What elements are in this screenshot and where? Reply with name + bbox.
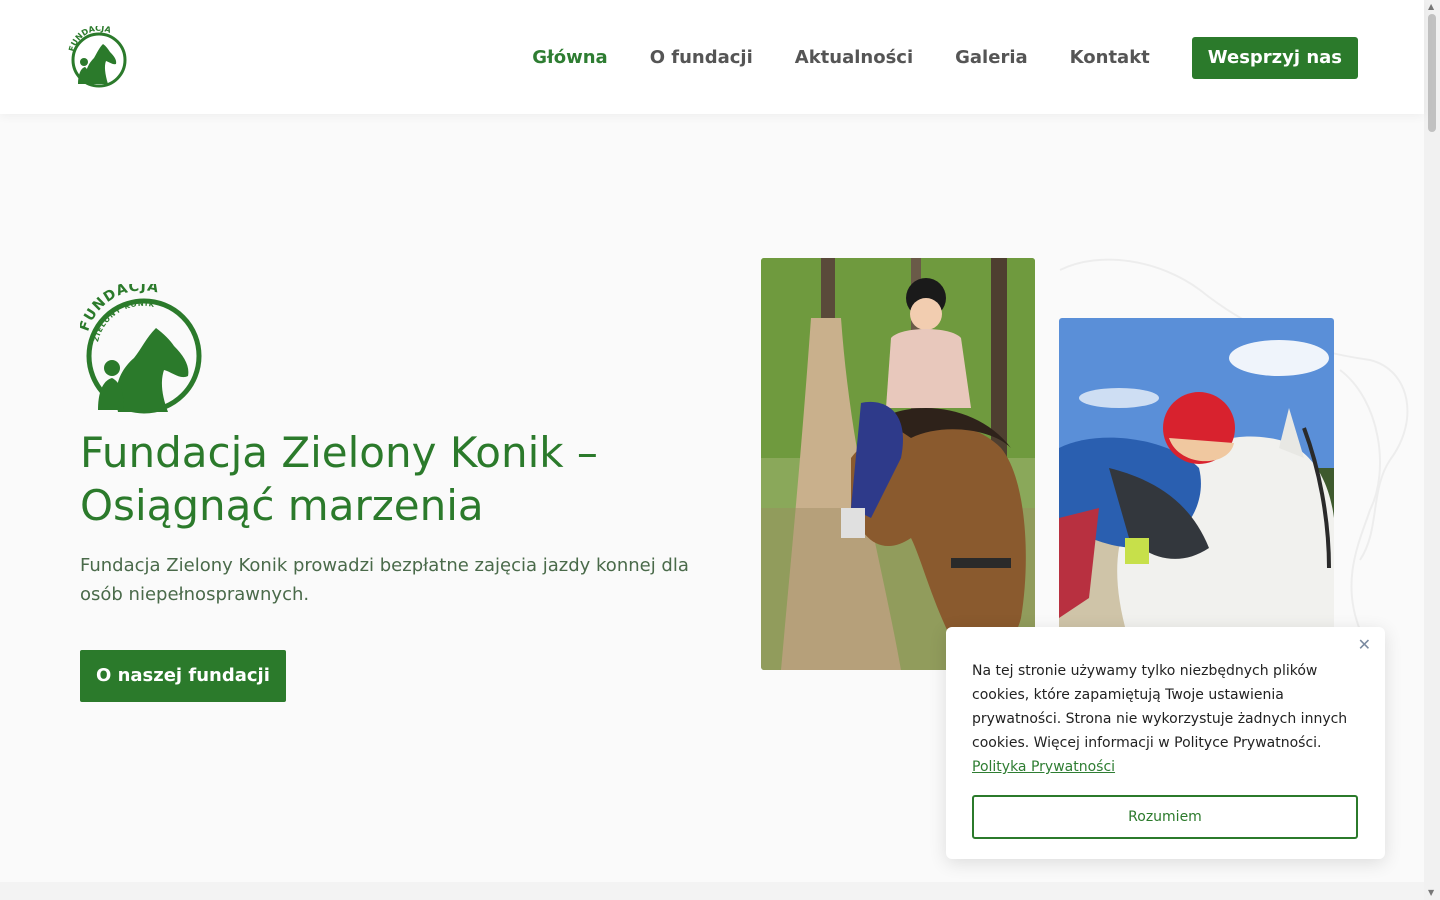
cookie-text: Na tej stronie używamy tylko niezbędnych… xyxy=(972,663,1348,751)
nav-o-fundacji[interactable]: O fundacji xyxy=(650,37,753,79)
hero-logo: FUNDACJA ZIELONY KONIK xyxy=(76,278,206,416)
close-icon[interactable]: ✕ xyxy=(1358,635,1371,654)
cookie-message: Na tej stronie używamy tylko niezbędnych… xyxy=(972,659,1362,779)
cookie-banner: ✕ Na tej stronie używamy tylko niezbędny… xyxy=(946,627,1385,859)
nav-glowna[interactable]: Główna xyxy=(532,37,607,79)
nav-kontakt[interactable]: Kontakt xyxy=(1070,37,1150,79)
scroll-down-arrow-icon[interactable]: ▼ xyxy=(1428,889,1434,897)
hero-title: Fundacja Zielony Konik – Osiągnąć marzen… xyxy=(80,428,598,530)
site-logo[interactable]: FUNDACJA xyxy=(67,24,130,88)
about-foundation-button[interactable]: O naszej fundacji xyxy=(80,650,286,702)
photo-boy-hugging-horse xyxy=(1059,318,1334,670)
support-us-button[interactable]: Wesprzyj nas xyxy=(1191,37,1358,79)
photo-girl-on-pony xyxy=(761,258,1035,670)
scroll-up-arrow-icon[interactable]: ▲ xyxy=(1428,3,1434,11)
scroll-thumb[interactable] xyxy=(1428,14,1436,132)
nav-galeria[interactable]: Galeria xyxy=(955,37,1028,79)
page-scrollbar[interactable]: ▲ ▼ xyxy=(1424,0,1440,900)
hero-description: Fundacja Zielony Konik prowadzi bezpłatn… xyxy=(80,555,689,605)
next-section-edge xyxy=(0,882,1424,900)
cookie-accept-button[interactable]: Rozumiem xyxy=(972,795,1358,839)
nav-aktualnosci[interactable]: Aktualności xyxy=(795,37,913,79)
main-nav: Główna O fundacji Aktualności Galeria Ko… xyxy=(532,37,1358,79)
privacy-policy-link[interactable]: Polityka Prywatności xyxy=(972,759,1115,775)
site-header: FUNDACJA Główna O fundacji Aktualności G… xyxy=(0,0,1424,114)
